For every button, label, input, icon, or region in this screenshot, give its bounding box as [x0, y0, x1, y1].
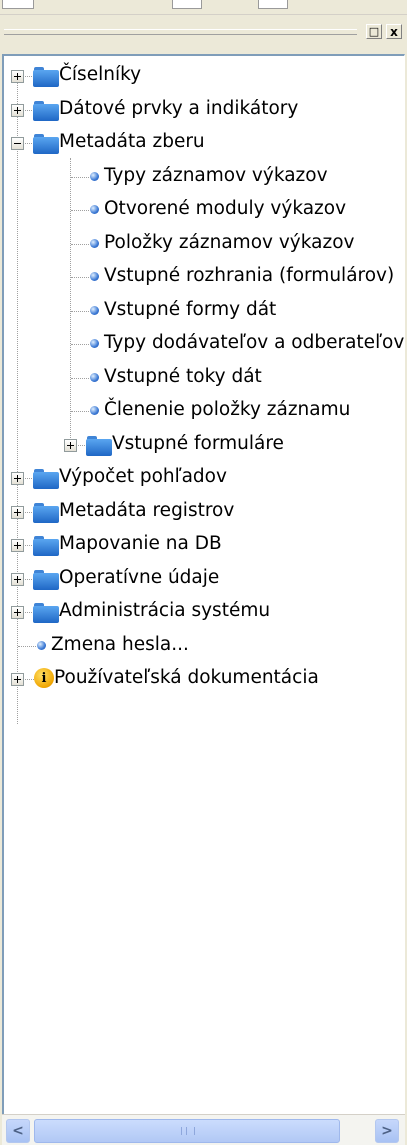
- restore-icon: □: [368, 25, 380, 38]
- expand-icon[interactable]: [64, 438, 77, 452]
- tree-item-label: Typy záznamov výkazov: [104, 164, 328, 186]
- tree-item-label: Výpočet pohľadov: [59, 466, 227, 487]
- tree-item[interactable]: Členenie položky záznamu: [4, 395, 404, 428]
- folder-icon: [33, 536, 59, 556]
- bullet-icon: [90, 205, 99, 214]
- folder-icon: [33, 100, 59, 121]
- tree-item[interactable]: Vstupné formy dát: [4, 295, 404, 328]
- tree-item-label: Metadáta registrov: [59, 499, 235, 521]
- folder-icon: [33, 502, 59, 523]
- tree-item[interactable]: Výpočet pohľadov: [4, 462, 404, 495]
- horizontal-scrollbar[interactable]: < >: [2, 1114, 405, 1145]
- folder-icon: [86, 435, 112, 456]
- bullet-icon: [37, 640, 46, 650]
- navigation-tree[interactable]: Číselníky Dátové prvky a indikátory Metadá…: [2, 54, 405, 1114]
- tree-item-label: Operatívne údaje: [59, 566, 220, 588]
- scroll-right-button[interactable]: >: [375, 1119, 399, 1143]
- folder-icon: [33, 569, 59, 590]
- bullet-icon: [90, 272, 99, 281]
- tree-item-label: Zmena hesla...: [51, 633, 189, 655]
- chevron-left-icon: <: [12, 1123, 24, 1139]
- expand-icon[interactable]: [11, 70, 24, 83]
- bullet-icon: [90, 238, 99, 248]
- tree-item[interactable]: i Používateľská dokumentácia: [4, 663, 404, 696]
- tree-item[interactable]: Administrácia systému: [4, 596, 404, 629]
- tree-item[interactable]: Vstupné rozhrania (formulárov): [4, 261, 404, 294]
- tree-item[interactable]: Zmena hesla...: [4, 630, 404, 663]
- folder-icon: [33, 134, 59, 154]
- grip-icon: [181, 1127, 195, 1135]
- tree-item-label: Vstupné toky dát: [104, 365, 262, 387]
- close-icon: x: [390, 24, 398, 39]
- tree-item-label: Vstupné formy dát: [104, 298, 277, 320]
- tree-item[interactable]: Otvorené moduly výkazov: [4, 194, 404, 227]
- tree-item-label: Vstupné rozhrania (formulárov): [104, 265, 395, 286]
- folder-icon: [33, 469, 59, 489]
- tree-item[interactable]: Číselníky: [4, 60, 404, 93]
- tree-item-label: Metadáta zberu: [59, 131, 205, 152]
- info-icon: i: [34, 668, 54, 688]
- tree-item-label: Vstupné formuláre: [112, 432, 284, 454]
- scroll-left-button[interactable]: <: [6, 1119, 30, 1143]
- tree-item[interactable]: Dátové prvky a indikátory: [4, 94, 404, 127]
- expand-icon[interactable]: [11, 539, 24, 552]
- close-button[interactable]: x: [386, 24, 402, 39]
- collapse-icon[interactable]: [11, 137, 24, 150]
- tree-item-label: Mapovanie na DB: [59, 533, 222, 554]
- expand-icon[interactable]: [11, 673, 24, 686]
- chevron-right-icon: >: [381, 1123, 393, 1139]
- tree-item[interactable]: Typy dodávateľov a odberateľov: [4, 328, 404, 361]
- expand-icon[interactable]: [11, 472, 24, 485]
- expand-icon[interactable]: [11, 505, 24, 519]
- folder-icon: [33, 603, 59, 623]
- tree-item[interactable]: Typy záznamov výkazov: [4, 161, 404, 194]
- tree-item-label: Otvorené moduly výkazov: [104, 198, 347, 219]
- tree-item-label: Číselníky: [59, 64, 142, 85]
- tree-item[interactable]: Položky záznamov výkazov: [4, 228, 404, 261]
- restore-button[interactable]: □: [366, 24, 382, 39]
- bullet-icon: [90, 372, 99, 382]
- folder-icon: [33, 67, 59, 87]
- tree-item[interactable]: Operatívne údaje: [4, 563, 404, 596]
- bullet-icon: [90, 305, 99, 315]
- toolbar-chip: [172, 0, 202, 9]
- tree-item[interactable]: Vstupné toky dát: [4, 362, 404, 395]
- tree-item-label: Typy dodávateľov a odberateľov: [104, 332, 405, 353]
- toolbar-strip: [0, 0, 407, 15]
- tree-item-label: Členenie položky záznamu: [104, 399, 351, 420]
- expand-icon[interactable]: [11, 572, 24, 586]
- toolbar-chip: [2, 0, 34, 9]
- expand-icon[interactable]: [11, 103, 24, 117]
- bullet-icon: [90, 406, 99, 415]
- tree-item[interactable]: Metadáta registrov: [4, 496, 404, 529]
- tree-item-label: Dátové prvky a indikátory: [59, 97, 299, 119]
- toolbar-chip: [258, 0, 288, 9]
- bullet-icon: [90, 339, 99, 348]
- tree-item-label: Položky záznamov výkazov: [104, 231, 355, 253]
- tree-item-label: Používateľská dokumentácia: [54, 667, 319, 688]
- tree-item[interactable]: Metadáta zberu: [4, 127, 404, 160]
- tree-item-label: Administrácia systému: [59, 600, 271, 621]
- panel-header: □ x: [0, 16, 407, 44]
- scroll-thumb[interactable]: [34, 1119, 340, 1143]
- expand-icon[interactable]: [11, 606, 24, 619]
- tree-item[interactable]: Mapovanie na DB: [4, 529, 404, 562]
- tree-item[interactable]: Vstupné formuláre: [4, 429, 404, 462]
- bullet-icon: [90, 171, 99, 181]
